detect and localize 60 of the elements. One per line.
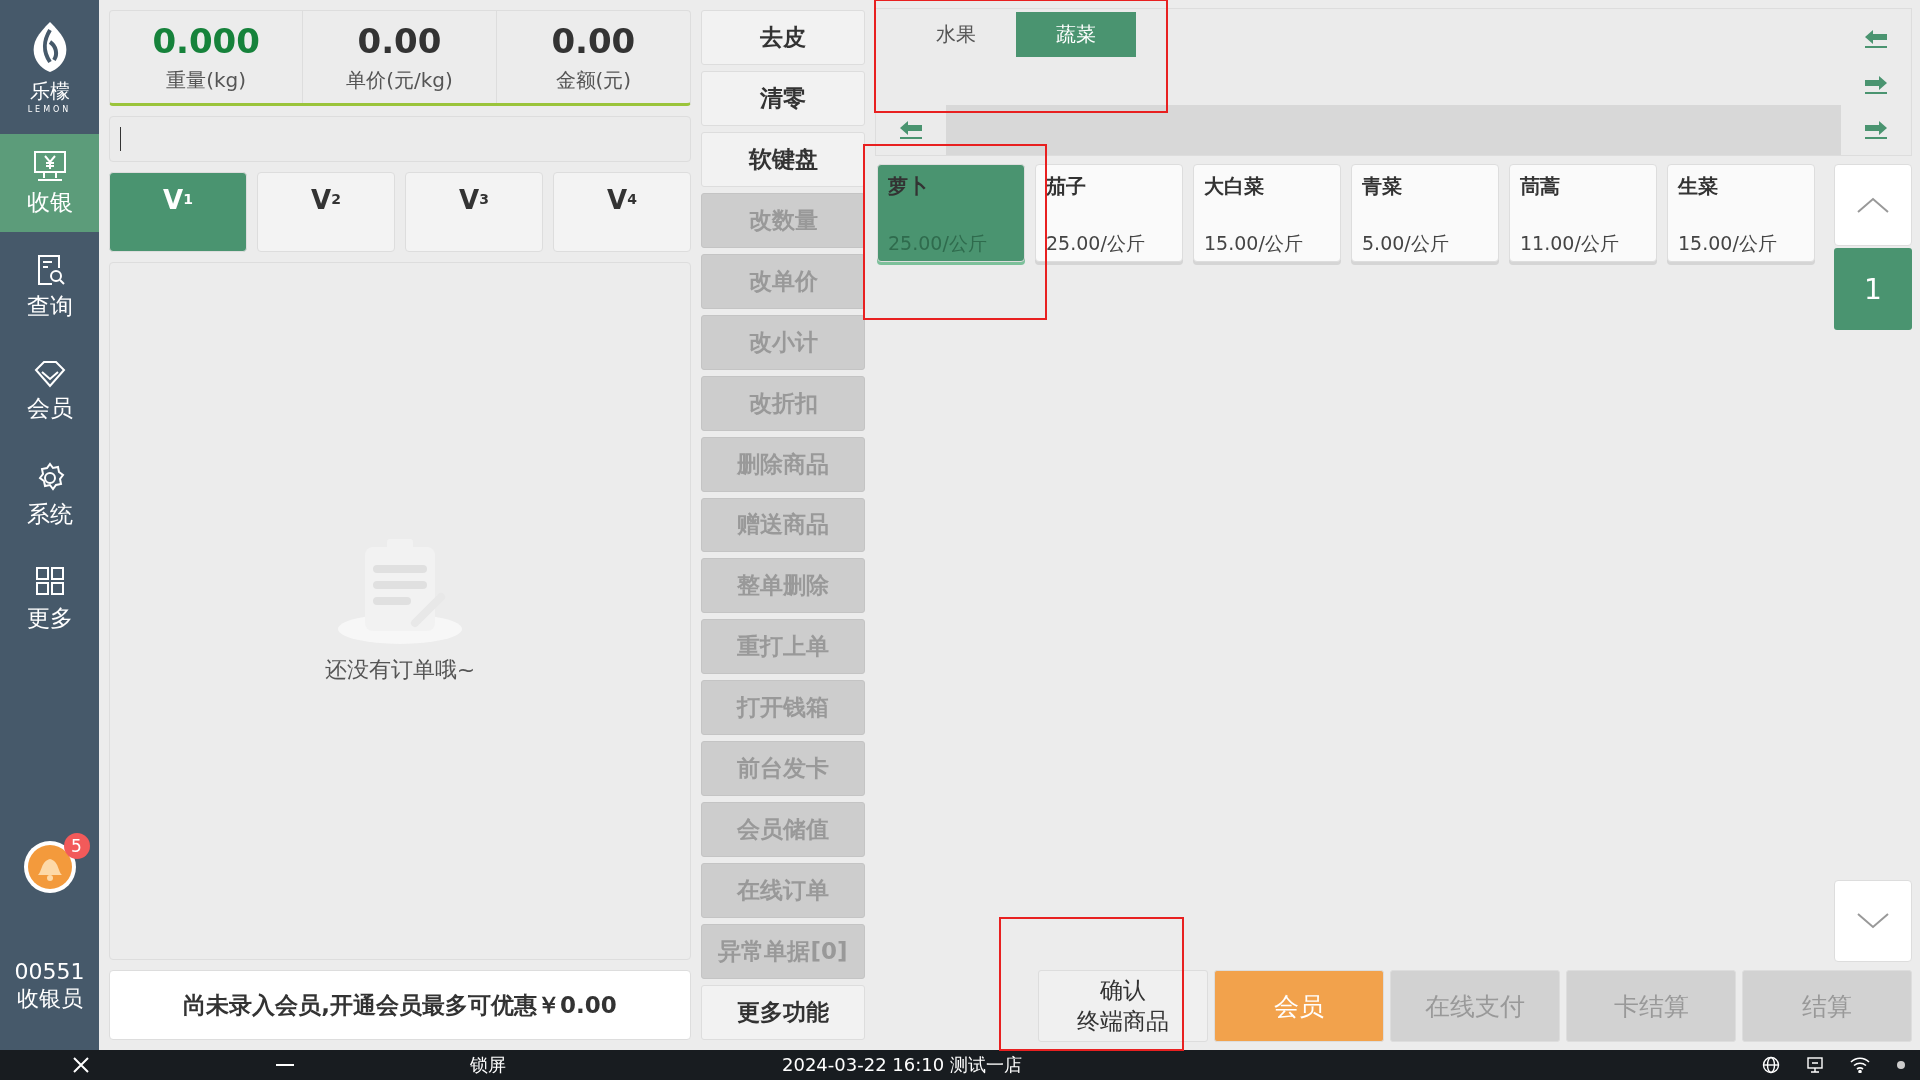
display-value: 0.000 [152, 20, 260, 61]
display-label: 重量(kg) [166, 66, 247, 94]
product-price: 15.00/公斤 [1204, 231, 1304, 256]
product-card[interactable]: 青菜 5.00/公斤 [1351, 164, 1499, 262]
sidebar-item[interactable]: 收银 [0, 134, 99, 232]
function-button[interactable]: 更多功能 [701, 985, 865, 1040]
logo-subtext: LEMON [27, 105, 72, 114]
action-button[interactable]: 会员 [1214, 970, 1384, 1042]
product-name: 青菜 [1362, 173, 1403, 200]
scrollbar-track[interactable] [946, 105, 1841, 155]
member-notice: 尚未录入会员,开通会员最多可优惠￥0.00 [109, 970, 691, 1040]
user-id: 00551 [14, 959, 85, 984]
datetime-store-text: 2024-03-22 16:10 测试一店 [782, 1053, 1022, 1077]
product-name: 茼蒿 [1520, 173, 1561, 200]
notification-badge: 5 [63, 833, 90, 859]
product-card[interactable]: 茄子 25.00/公斤 [1035, 164, 1183, 262]
action-button[interactable]: 确认 终端商品 [1038, 970, 1208, 1042]
left-arrow-icon[interactable] [1863, 29, 1889, 49]
product-price: 25.00/公斤 [1046, 231, 1146, 256]
display-label: 金额(元) [555, 66, 632, 94]
sidebar-item[interactable]: 会员 [0, 342, 99, 440]
product-price: 15.00/公斤 [1678, 231, 1778, 256]
left-arrow-icon[interactable] [898, 120, 924, 140]
function-button[interactable]: 软键盘 [701, 131, 865, 187]
product-name: 茄子 [1046, 173, 1087, 200]
product-name: 萝卜 [888, 173, 929, 200]
chevron-down-icon [1856, 912, 1890, 930]
monitor-icon[interactable] [1806, 1056, 1824, 1074]
product-card[interactable]: 茼蒿 11.00/公斤 [1509, 164, 1657, 262]
product-name: 生菜 [1678, 173, 1719, 200]
product-price: 11.00/公斤 [1520, 231, 1620, 256]
minimize-icon[interactable] [276, 1063, 294, 1067]
product-card[interactable]: 生菜 15.00/公斤 [1667, 164, 1815, 262]
logo-text: 乐檬 [29, 78, 70, 105]
display-label: 单价(元/kg) [346, 66, 453, 94]
empty-message: 还没有订单哦~ [324, 656, 476, 684]
sidebar-item[interactable]: 系统 [0, 446, 99, 544]
function-button[interactable]: 清零 [701, 70, 865, 126]
product-card[interactable]: 大白菜 15.00/公斤 [1193, 164, 1341, 262]
display-value: 0.00 [357, 20, 442, 61]
close-icon[interactable] [72, 1056, 90, 1074]
user-role: 收银员 [16, 985, 83, 1013]
chevron-up-icon [1856, 196, 1890, 214]
product-price: 5.00/公斤 [1362, 231, 1450, 256]
product-name: 大白菜 [1204, 173, 1265, 200]
right-arrow-icon[interactable] [1863, 75, 1889, 95]
status-dot-icon [1896, 1060, 1906, 1070]
globe-icon[interactable] [1762, 1056, 1780, 1074]
category-tab[interactable]: 蔬菜 [1016, 12, 1136, 57]
sidebar-item[interactable]: 查询 [0, 238, 99, 336]
monitor-yen-icon [31, 148, 68, 183]
right-arrow-icon[interactable] [1863, 120, 1889, 140]
barcode-input-field[interactable] [109, 116, 691, 162]
display-value: 0.00 [551, 20, 636, 61]
wifi-icon[interactable] [1850, 1057, 1870, 1073]
category-tab[interactable]: 水果 [896, 12, 1016, 57]
page-number: 1 [1834, 248, 1912, 330]
lock-screen-link[interactable]: 锁屏 [470, 1053, 506, 1077]
sidebar-item[interactable]: 更多 [0, 550, 99, 648]
function-button[interactable]: 去皮 [701, 10, 865, 65]
